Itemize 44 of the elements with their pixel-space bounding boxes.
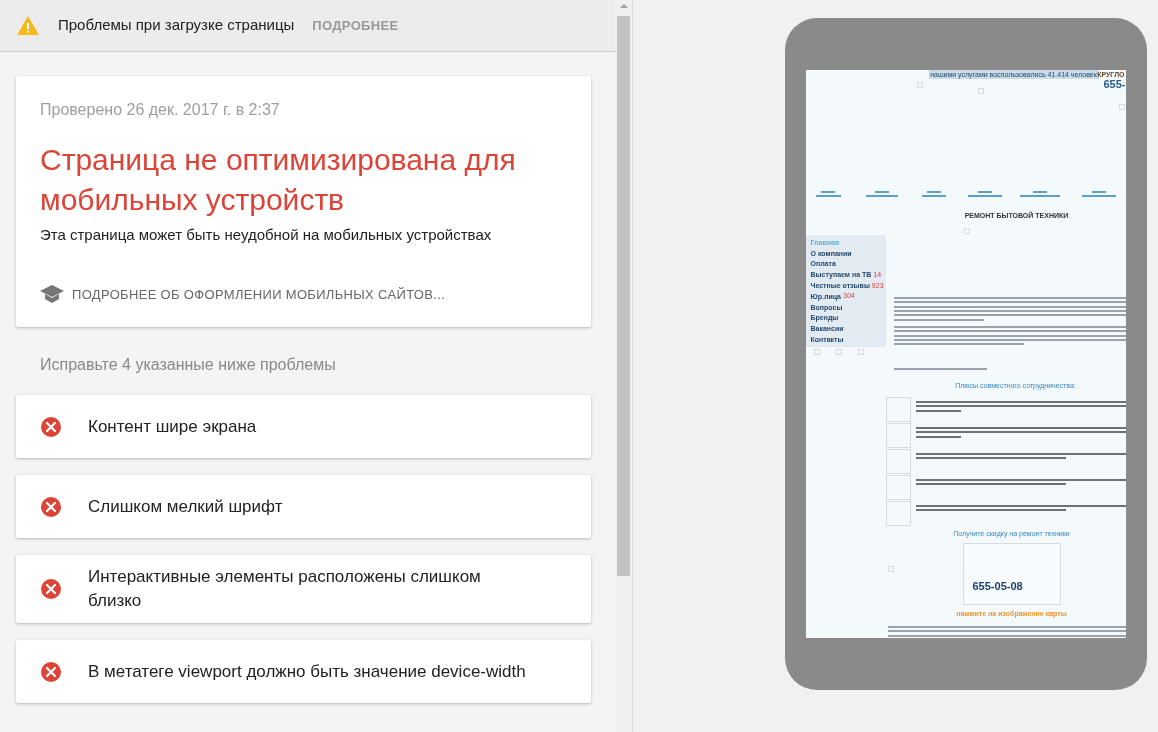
- map-card[interactable]: 655-05-08: [962, 543, 1061, 605]
- image-placeholder: [885, 449, 911, 474]
- nav-link-drawing: [921, 191, 946, 197]
- image-placeholder: [916, 82, 923, 88]
- issue-title: Слишком мелкий шрифт: [88, 495, 283, 518]
- issue-title: Контент шире экрана: [88, 415, 257, 438]
- error-icon: [40, 578, 62, 600]
- error-icon: [40, 415, 62, 438]
- error-icon: [40, 660, 62, 683]
- issue-title: Интерактивные элементы расположены слишком близко: [88, 566, 482, 612]
- phone-number: 655-05-08: [972, 580, 1023, 592]
- image-placeholder: [813, 349, 820, 355]
- check-date: Проверено 26 дек. 2017 г. в 2:37: [40, 100, 281, 120]
- scroll-up-icon[interactable]: [619, 4, 628, 8]
- image-placeholder: [857, 349, 864, 355]
- mobile-design-link[interactable]: ПОДРОБНЕЕ ОБ ОФОРМЛЕНИИ МОБИЛЬНЫХ САЙТОВ...: [72, 284, 446, 304]
- image-placeholder: [977, 88, 984, 94]
- issue-card[interactable]: Интерактивные элементы расположены слишком близко: [16, 555, 591, 623]
- verdict-description: Эта страница может быть неудобной на мобильных устройствах: [40, 225, 493, 245]
- warning-icon: [16, 15, 40, 36]
- image-placeholder: [885, 397, 911, 422]
- image-placeholder: [963, 228, 970, 234]
- nav-link-drawing: [1019, 191, 1060, 197]
- verdict-title: Страница не оптимизирована для мобильных устройств: [40, 142, 517, 218]
- issue-card[interactable]: В метатеге viewport должно быть значение device-width: [16, 640, 591, 703]
- issues-heading: Исправьте 4 указанные ниже проблемы: [39, 355, 337, 375]
- error-icon: [40, 495, 62, 518]
- nav-link-drawing: [1081, 191, 1116, 197]
- issue-card[interactable]: Слишком мелкий шрифт: [16, 475, 591, 538]
- scrollbar-thumb[interactable]: [617, 16, 630, 576]
- nav-link-drawing: [815, 191, 841, 197]
- issue-card[interactable]: Контент шире экрана: [16, 395, 591, 458]
- image-placeholder: [885, 475, 911, 500]
- image-placeholder: [1118, 104, 1125, 110]
- phone-number: 655-: [1103, 79, 1126, 90]
- nav-link-drawing: [865, 191, 898, 197]
- warning-message: Проблемы при загрузке страницы: [58, 15, 295, 36]
- image-placeholder: [887, 566, 894, 572]
- issue-title: В метатеге viewport должно быть значение device-width: [88, 660, 526, 683]
- nav-link-drawing: [967, 191, 1002, 197]
- image-placeholder: [835, 349, 842, 355]
- graduation-cap-icon: [40, 285, 64, 304]
- image-placeholder: [885, 501, 911, 526]
- image-placeholder: [885, 423, 911, 448]
